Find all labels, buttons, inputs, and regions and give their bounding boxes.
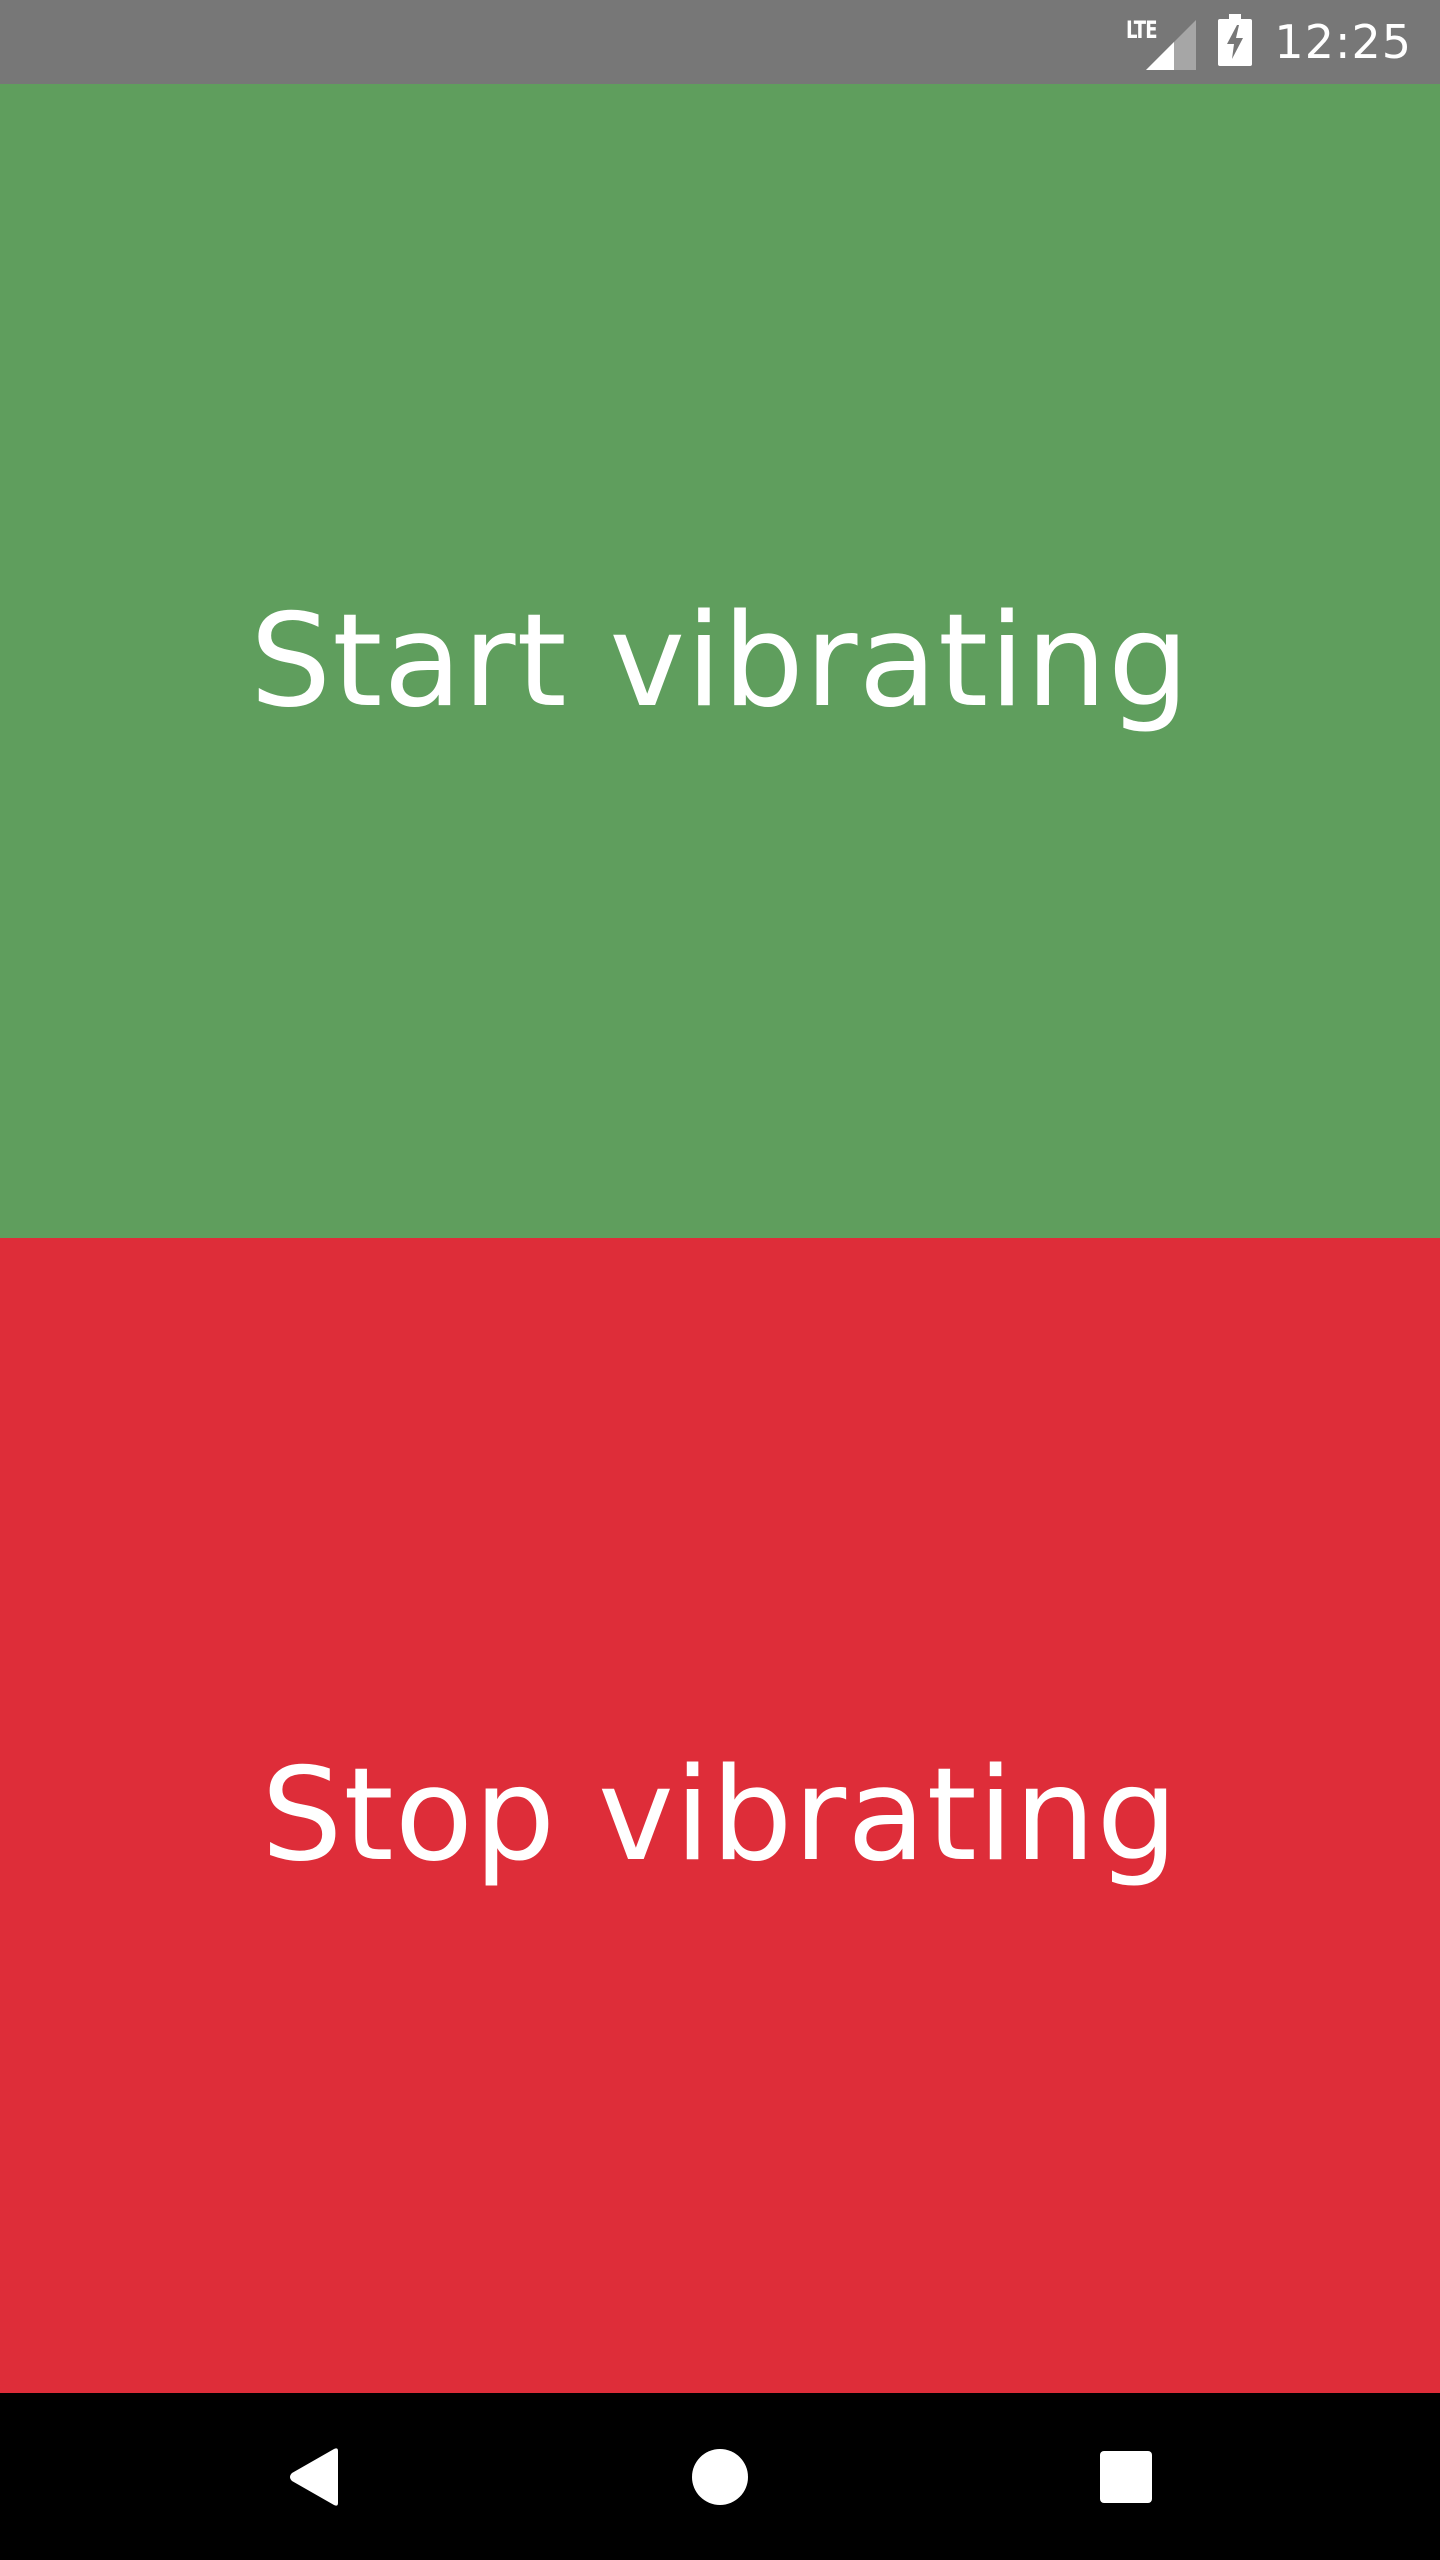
back-icon <box>290 2447 338 2506</box>
status-bar: LTE 12:25 <box>0 0 1440 84</box>
start-vibrating-label: Start vibrating <box>249 586 1191 736</box>
recents-icon <box>1100 2450 1152 2503</box>
start-vibrating-button[interactable]: Start vibrating <box>0 84 1440 1238</box>
stop-vibrating-button[interactable]: Stop vibrating <box>0 1238 1440 2393</box>
battery-charging-icon <box>1218 14 1253 70</box>
home-button[interactable] <box>620 2393 820 2560</box>
status-icons: LTE 12:25 <box>1126 0 1412 84</box>
signal-strength-icon <box>1146 20 1197 70</box>
back-button[interactable] <box>214 2393 414 2560</box>
navigation-bar <box>0 2393 1440 2560</box>
home-icon <box>692 2448 748 2505</box>
lte-signal-icon: LTE <box>1126 14 1197 70</box>
stop-vibrating-label: Stop vibrating <box>261 1741 1179 1890</box>
recents-button[interactable] <box>1026 2393 1226 2560</box>
status-clock: 12:25 <box>1274 15 1412 69</box>
